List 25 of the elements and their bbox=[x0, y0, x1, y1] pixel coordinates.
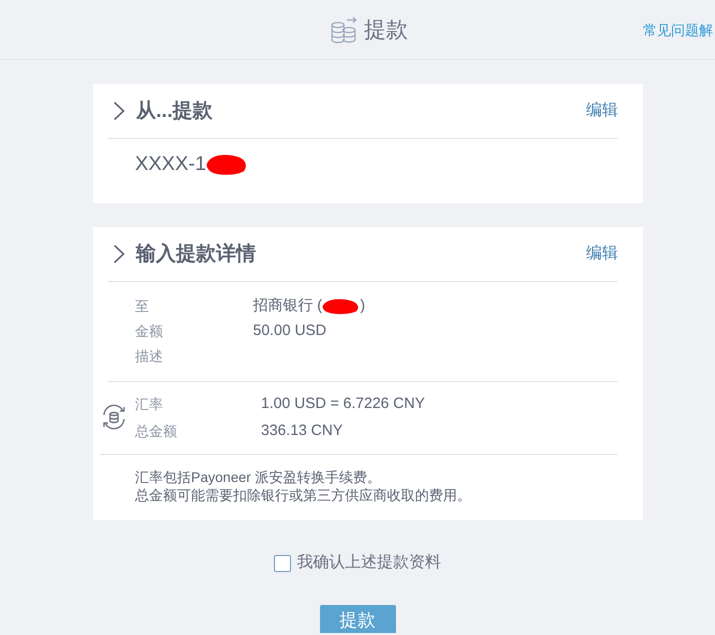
field-value: ) bbox=[360, 296, 366, 316]
conversion-value: 336.13 CNY bbox=[261, 420, 343, 440]
chevron-right-icon bbox=[113, 244, 125, 264]
conversion-value: 1.00 USD = 6.7226 CNY bbox=[261, 394, 425, 414]
field-label: 描述 bbox=[135, 346, 164, 366]
chevron-right-icon bbox=[113, 101, 125, 121]
fee-note: 总金额可能需要扣除银行或第三方供应商收取的费用。 bbox=[135, 486, 472, 504]
conversion-label: 总金额 bbox=[135, 422, 178, 440]
edit-link[interactable]: 编辑 bbox=[586, 243, 618, 265]
confirm-label: 我确认上述提款资料 bbox=[297, 552, 441, 573]
edit-link[interactable]: 编辑 bbox=[586, 100, 618, 122]
section-title: 从...提款 bbox=[136, 99, 213, 124]
account-number: XXXX-1 bbox=[135, 152, 206, 177]
faq-link[interactable]: 常见问题解 bbox=[643, 20, 713, 40]
page-title: 提款 bbox=[364, 16, 408, 44]
conversion-label: 汇率 bbox=[135, 394, 164, 414]
field-value: 50.00 USD bbox=[253, 320, 326, 340]
confirm-checkbox[interactable] bbox=[274, 554, 291, 572]
field-label: 金额 bbox=[135, 322, 164, 340]
fee-note: 汇率包括Payoneer 派安盈转换手续费。 bbox=[135, 468, 382, 486]
field-value: 招商银行 ( bbox=[253, 296, 322, 316]
coin-stack-arrow-icon bbox=[330, 16, 358, 44]
withdraw-button[interactable]: 提款 bbox=[320, 605, 396, 633]
field-label: 至 bbox=[135, 296, 150, 316]
section-title: 输入提款详情 bbox=[136, 242, 256, 267]
